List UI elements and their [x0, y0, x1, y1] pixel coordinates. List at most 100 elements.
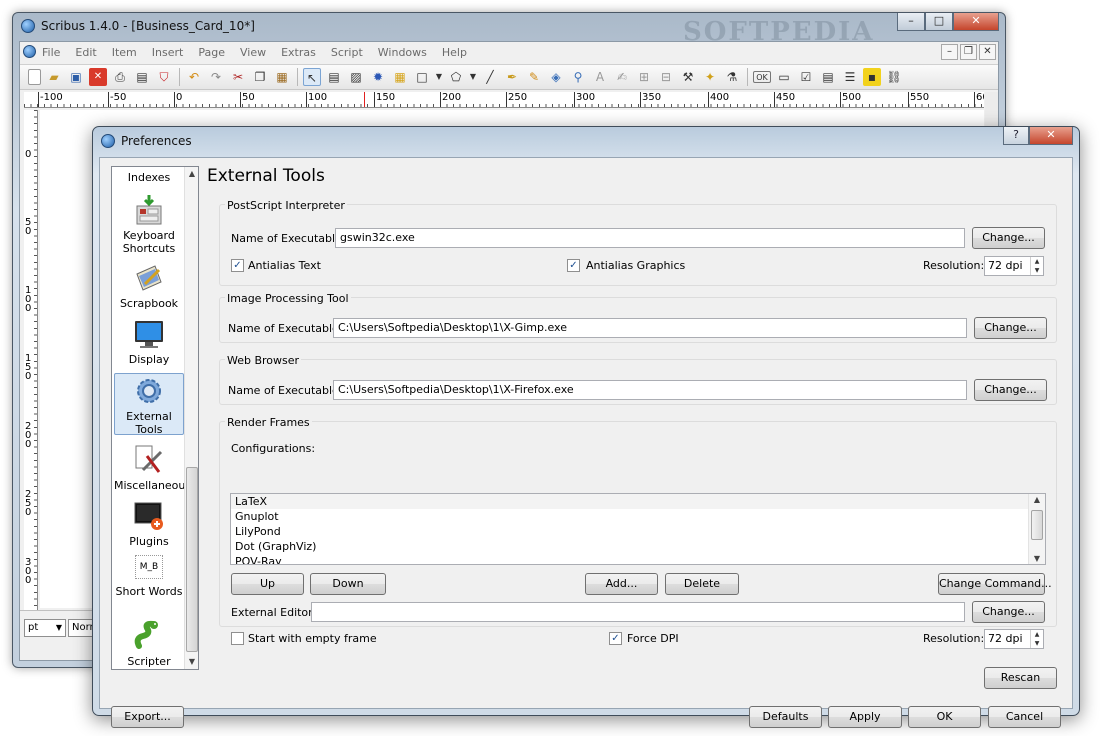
eyedropper-icon[interactable]: ⚗ — [723, 68, 741, 86]
rescan-button[interactable]: Rescan — [984, 667, 1057, 689]
copy-properties-icon[interactable]: ✦ — [701, 68, 719, 86]
scroll-thumb[interactable] — [1031, 510, 1043, 540]
config-item[interactable]: LaTeX — [231, 494, 1045, 509]
minimize-button[interactable]: – — [897, 13, 925, 31]
category-short-words[interactable]: M_B Short Words — [114, 555, 184, 598]
ps-executable-input[interactable]: gswin32c.exe — [335, 228, 965, 248]
config-item[interactable]: Dot (GraphViz) — [231, 539, 1045, 554]
menu-extras[interactable]: Extras — [281, 46, 316, 59]
menu-edit[interactable]: Edit — [75, 46, 96, 59]
antialias-graphics-checkbox[interactable]: ✓ — [567, 259, 580, 272]
category-indexes[interactable]: Indexes — [114, 171, 184, 184]
chevron-down-icon[interactable]: ▼ — [185, 655, 198, 669]
edit-text-icon[interactable]: ✍ — [613, 68, 631, 86]
select-tool-icon[interactable]: ↖ — [303, 68, 321, 86]
save-icon[interactable]: ▣ — [67, 68, 85, 86]
config-item[interactable]: POV-Ray — [231, 554, 1045, 564]
pdf-listbox-icon[interactable]: ☰ — [841, 68, 859, 86]
chevron-up-icon[interactable]: ▲ — [185, 167, 198, 181]
menu-page[interactable]: Page — [198, 46, 225, 59]
external-editor-change-button[interactable]: Change... — [972, 601, 1045, 623]
spin-up-icon[interactable]: ▲ — [1031, 257, 1043, 266]
maximize-button[interactable]: □ — [925, 13, 953, 31]
web-browser-change-button[interactable]: Change... — [974, 379, 1047, 401]
rotate-icon[interactable]: ◈ — [547, 68, 565, 86]
shape-dropdown-icon[interactable]: ▼ — [435, 68, 443, 86]
table-icon[interactable]: ▦ — [391, 68, 409, 86]
delete-button[interactable]: Delete — [665, 573, 739, 595]
link-frames-icon[interactable]: ⊞ — [635, 68, 653, 86]
pdf-link-icon[interactable]: ⛓ — [885, 68, 903, 86]
preflight-icon[interactable]: ▤ — [133, 68, 151, 86]
chevron-down-icon[interactable]: ▼ — [1029, 554, 1045, 563]
edit-contents-icon[interactable]: A — [591, 68, 609, 86]
close-document-icon[interactable]: ✕ — [89, 68, 107, 86]
export-pdf-icon[interactable]: ⛉ — [155, 68, 173, 86]
pdf-pushbutton-icon[interactable]: OK — [753, 71, 771, 83]
spin-down-icon[interactable]: ▼ — [1031, 639, 1043, 648]
shape-icon[interactable]: □ — [413, 68, 431, 86]
defaults-button[interactable]: Defaults — [749, 706, 822, 728]
antialias-text-checkbox[interactable]: ✓ — [231, 259, 244, 272]
open-folder-icon[interactable]: ▰ — [45, 68, 63, 86]
doc-restore-button[interactable]: ❐ — [960, 44, 977, 60]
image-tool-change-button[interactable]: Change... — [974, 317, 1047, 339]
external-editor-input[interactable] — [311, 602, 965, 622]
menu-insert[interactable]: Insert — [152, 46, 184, 59]
ok-button[interactable]: OK — [908, 706, 981, 728]
polygon-icon[interactable]: ⬠ — [447, 68, 465, 86]
category-display[interactable]: Display — [114, 317, 184, 366]
image-tool-executable-input[interactable]: C:\Users\Softpedia\Desktop\1\X-Gimp.exe — [333, 318, 967, 338]
scroll-thumb[interactable] — [186, 467, 198, 652]
undo-icon[interactable]: ↶ — [185, 68, 203, 86]
help-button[interactable]: ? — [1003, 127, 1029, 145]
export-button[interactable]: Export... — [111, 706, 184, 728]
menu-windows[interactable]: Windows — [378, 46, 427, 59]
cut-icon[interactable]: ✂ — [229, 68, 247, 86]
category-scrapbook[interactable]: Scrapbook — [114, 261, 184, 310]
doc-close-button[interactable]: ✕ — [979, 44, 996, 60]
pdf-combobox-icon[interactable]: ▤ — [819, 68, 837, 86]
unit-select[interactable]: pt ▼ — [24, 619, 66, 637]
new-document-icon[interactable] — [28, 69, 41, 85]
doc-minimize-button[interactable]: – — [941, 44, 958, 60]
force-dpi-checkbox[interactable]: ✓ — [609, 632, 622, 645]
up-button[interactable]: Up — [231, 573, 304, 595]
down-button[interactable]: Down — [310, 573, 386, 595]
spin-buttons[interactable]: ▲ ▼ — [1030, 257, 1043, 275]
line-icon[interactable]: ╱ — [481, 68, 499, 86]
category-miscellaneous[interactable]: Miscellaneous — [114, 443, 191, 492]
start-empty-frame-checkbox[interactable] — [231, 632, 244, 645]
paste-icon[interactable]: ▦ — [273, 68, 291, 86]
config-item[interactable]: LilyPond — [231, 524, 1045, 539]
web-browser-executable-input[interactable]: C:\Users\Softpedia\Desktop\1\X-Firefox.e… — [333, 380, 967, 400]
unlink-frames-icon[interactable]: ⊟ — [657, 68, 675, 86]
menu-file[interactable]: File — [42, 46, 60, 59]
close-button[interactable]: ✕ — [953, 13, 999, 31]
configurations-list[interactable]: LaTeX Gnuplot LilyPond Dot (GraphViz) PO… — [230, 493, 1046, 565]
category-plugins[interactable]: Plugins — [114, 499, 184, 548]
category-keyboard-shortcuts[interactable]: Keyboard Shortcuts — [114, 193, 184, 255]
pdf-annotation-icon[interactable]: ▪ — [863, 68, 881, 86]
polygon-dropdown-icon[interactable]: ▼ — [469, 68, 477, 86]
cancel-button[interactable]: Cancel — [988, 706, 1061, 728]
menu-view[interactable]: View — [240, 46, 266, 59]
bezier-icon[interactable]: ✒ — [503, 68, 521, 86]
image-frame-icon[interactable]: ▨ — [347, 68, 365, 86]
apply-button[interactable]: Apply — [828, 706, 902, 728]
menu-help[interactable]: Help — [442, 46, 467, 59]
freehand-icon[interactable]: ✎ — [525, 68, 543, 86]
chevron-up-icon[interactable]: ▲ — [1029, 495, 1045, 504]
config-item[interactable]: Gnuplot — [231, 509, 1045, 524]
render-frame-icon[interactable]: ✹ — [369, 68, 387, 86]
text-frame-icon[interactable]: ▤ — [325, 68, 343, 86]
measure-icon[interactable]: ⚒ — [679, 68, 697, 86]
zoom-icon[interactable]: ⚲ — [569, 68, 587, 86]
print-icon[interactable]: ⎙ — [111, 68, 129, 86]
add-button[interactable]: Add... — [585, 573, 658, 595]
spin-buttons[interactable]: ▲ ▼ — [1030, 630, 1043, 648]
change-command-button[interactable]: Change Command... — [938, 573, 1052, 595]
category-external-tools[interactable]: External Tools — [114, 373, 184, 436]
ps-change-button[interactable]: Change... — [972, 227, 1045, 249]
spin-down-icon[interactable]: ▼ — [1031, 266, 1043, 275]
